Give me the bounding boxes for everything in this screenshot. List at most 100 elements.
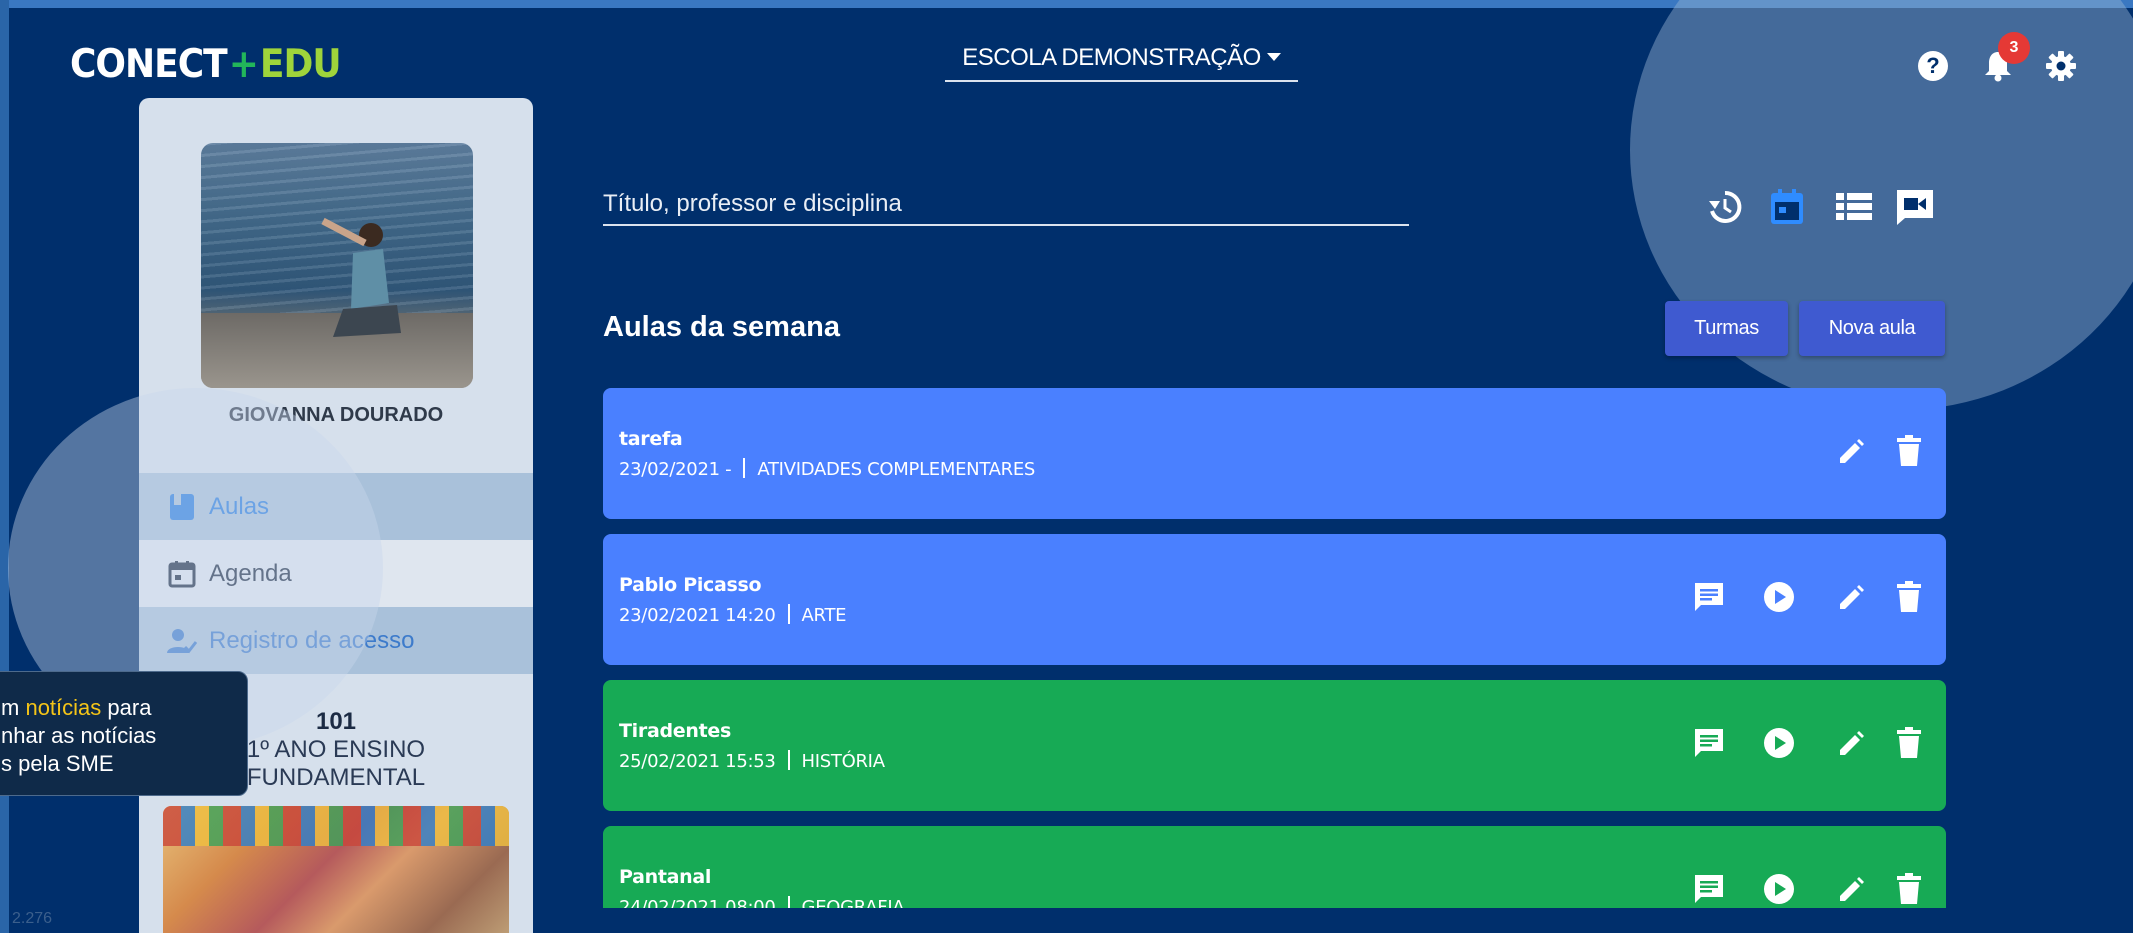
user-check-icon <box>167 626 197 656</box>
video-icon <box>1897 190 1933 225</box>
delete-button[interactable] <box>1890 870 1928 908</box>
view-switcher <box>1703 185 1943 229</box>
settings-button[interactable] <box>2043 48 2079 84</box>
lesson-title: Tiradentes <box>619 720 731 742</box>
gear-icon <box>2046 51 2076 81</box>
lesson-card[interactable]: Tiradentes 25/02/2021 15:53 HISTÓRIA <box>603 680 1946 811</box>
sidebar-item-aulas[interactable]: Aulas <box>139 473 533 540</box>
notification-badge: 3 <box>1998 32 2030 64</box>
calendar-icon <box>167 559 197 589</box>
lesson-card[interactable]: Pablo Picasso 23/02/2021 14:20 ARTE <box>603 534 1946 665</box>
avatar-person <box>321 217 401 337</box>
lesson-meta: 24/02/2021 08:00 GEOGRAFIA <box>619 896 1946 908</box>
edit-button[interactable] <box>1832 724 1870 762</box>
user-name: GIOVANNA DOURADO <box>228 404 444 426</box>
play-icon <box>1764 728 1794 758</box>
calendar-view-button[interactable] <box>1765 185 1809 229</box>
trash-icon <box>1897 581 1921 612</box>
school-selector[interactable]: ESCOLA DEMONSTRAÇÃO <box>945 44 1298 82</box>
lesson-card[interactable]: Pantanal 24/02/2021 08:00 GEOGRAFIA <box>603 826 1946 908</box>
pencil-icon <box>1840 877 1864 901</box>
lesson-subject: HISTÓRIA <box>801 751 885 772</box>
lesson-meta: 25/02/2021 15:53 HISTÓRIA <box>619 750 1946 772</box>
chat-button[interactable] <box>1690 870 1728 908</box>
school-selector-label: ESCOLA DEMONSTRAÇÃO <box>962 44 1261 71</box>
play-icon <box>1764 582 1794 612</box>
lesson-title: Pantanal <box>619 866 712 888</box>
edit-button[interactable] <box>1832 870 1870 908</box>
delete-button[interactable] <box>1890 724 1928 762</box>
separator <box>787 604 790 624</box>
help-icon: ? <box>1918 51 1948 81</box>
history-icon <box>1709 190 1742 223</box>
chat-icon <box>1695 729 1723 757</box>
app-logo[interactable]: CONECT+EDU <box>70 42 342 86</box>
play-button[interactable] <box>1760 870 1798 908</box>
search-field[interactable] <box>603 186 1409 226</box>
class-photo[interactable] <box>163 806 509 933</box>
lesson-subject: GEOGRAFIA <box>801 897 905 908</box>
tooltip-line3: s pela SME <box>1 751 114 776</box>
separator <box>743 458 746 478</box>
caret-down-icon <box>1266 53 1281 61</box>
sidebar-item-label: Aulas <box>209 492 270 520</box>
pencil-icon <box>1840 439 1864 463</box>
play-button[interactable] <box>1760 578 1798 616</box>
lesson-datetime: 23/02/2021 14:20 <box>619 605 776 626</box>
edit-button[interactable] <box>1832 432 1870 470</box>
edit-button[interactable] <box>1832 578 1870 616</box>
delete-button[interactable] <box>1890 578 1928 616</box>
help-button[interactable]: ? <box>1915 48 1951 84</box>
sidebar: GIOVANNA DOURADO Aulas Agenda Registro d… <box>139 98 533 933</box>
pencil-icon <box>1840 731 1864 755</box>
sidebar-item-label: Agenda <box>209 559 292 587</box>
onboarding-tooltip: m notícias para nhar as notícias s pela … <box>0 671 248 796</box>
lesson-datetime: 23/02/2021 - <box>619 459 732 480</box>
chat-button[interactable] <box>1690 724 1728 762</box>
lesson-card[interactable]: tarefa 23/02/2021 - ATIVIDADES COMPLEMENT… <box>603 388 1946 519</box>
sidebar-item-registro-acesso[interactable]: Registro de acesso <box>139 607 533 674</box>
pencil-icon <box>1840 585 1864 609</box>
header-actions: ? 3 <box>1915 32 2081 88</box>
lesson-datetime: 25/02/2021 15:53 <box>619 751 776 772</box>
nova-aula-button[interactable]: Nova aula <box>1799 301 1945 356</box>
version-label: 2.276 <box>12 910 53 927</box>
search-input[interactable] <box>603 186 1409 222</box>
turmas-button[interactable]: Turmas <box>1665 301 1788 356</box>
play-button[interactable] <box>1760 724 1798 762</box>
lesson-datetime: 24/02/2021 08:00 <box>619 897 776 908</box>
chat-icon <box>1695 875 1723 903</box>
chat-button[interactable] <box>1690 578 1728 616</box>
delete-button[interactable] <box>1890 432 1928 470</box>
lesson-subject: ARTE <box>801 605 847 626</box>
chat-icon <box>1695 583 1723 611</box>
avatar[interactable] <box>201 143 473 388</box>
separator <box>787 750 790 770</box>
lesson-list: tarefa 23/02/2021 - ATIVIDADES COMPLEMENT… <box>603 388 1946 908</box>
sidebar-item-agenda[interactable]: Agenda <box>139 540 533 607</box>
sidebar-menu: Aulas Agenda Registro de acesso <box>139 473 533 674</box>
sidebar-item-label: Registro de acesso <box>209 626 415 654</box>
list-view-icon <box>1836 193 1872 220</box>
list-view-button[interactable] <box>1832 185 1876 229</box>
play-icon <box>1764 874 1794 904</box>
tooltip-highlight: notícias <box>25 695 102 720</box>
tooltip-line1: m notícias para <box>1 695 152 720</box>
video-button[interactable] <box>1893 185 1937 229</box>
trash-icon <box>1897 435 1921 466</box>
lesson-title: tarefa <box>619 428 683 450</box>
lesson-title: Pablo Picasso <box>619 574 762 596</box>
trash-icon <box>1897 727 1921 758</box>
calendar-view-icon <box>1771 189 1803 224</box>
top-strip <box>0 0 2133 8</box>
section-title: Aulas da semana <box>603 311 840 343</box>
class-photo-shelf <box>163 806 509 846</box>
tooltip-line2: nhar as notícias <box>1 723 157 748</box>
lesson-subject: ATIVIDADES COMPLEMENTARES <box>757 459 1036 480</box>
separator <box>787 896 790 908</box>
history-button[interactable] <box>1703 185 1747 229</box>
lesson-meta: 23/02/2021 14:20 ARTE <box>619 604 1946 626</box>
lesson-meta: 23/02/2021 - ATIVIDADES COMPLEMENTARES <box>619 458 1946 480</box>
trash-icon <box>1897 873 1921 904</box>
book-icon <box>167 492 197 522</box>
